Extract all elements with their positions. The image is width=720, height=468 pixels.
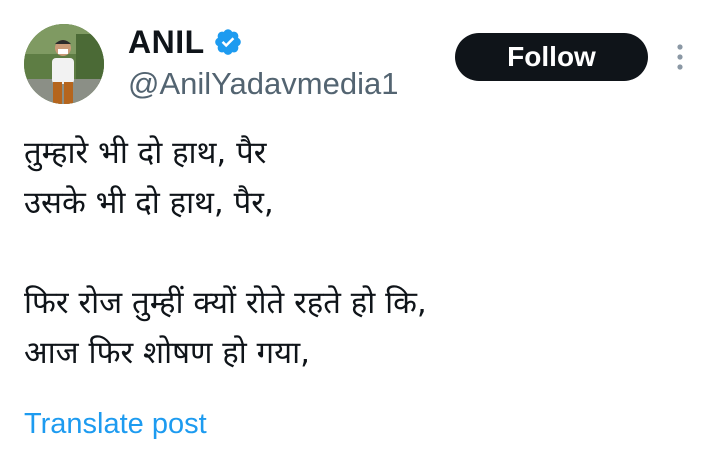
follow-button[interactable]: Follow	[455, 33, 648, 81]
post-line: उसके भी दो हाथ, पैर,	[24, 185, 274, 221]
translate-post-link[interactable]: Translate post	[24, 408, 207, 441]
user-handle[interactable]: @AnilYadavmedia1	[128, 66, 398, 102]
post-text: तुम्हारे भी दो हाथ, पैर उसके भी दो हाथ, …	[24, 128, 704, 378]
post-header: ANIL @AnilYadavmedia1 Follow	[0, 0, 720, 110]
verified-badge-icon	[213, 27, 243, 57]
vertical-ellipsis-icon[interactable]	[670, 40, 690, 74]
post-line: तुम्हारे भी दो हाथ, पैर	[24, 135, 267, 171]
post-line-blank	[24, 228, 704, 278]
post-line: फिर रोज तुम्हीं क्यों रोते रहते हो कि,	[24, 285, 427, 321]
profile-photo-icon	[24, 24, 104, 104]
post-line: आज फिर शोषण हो गया,	[24, 335, 310, 371]
display-name[interactable]: ANIL	[128, 24, 205, 61]
user-info: ANIL @AnilYadavmedia1	[128, 22, 398, 102]
name-row: ANIL	[128, 22, 398, 62]
avatar[interactable]	[24, 24, 104, 104]
